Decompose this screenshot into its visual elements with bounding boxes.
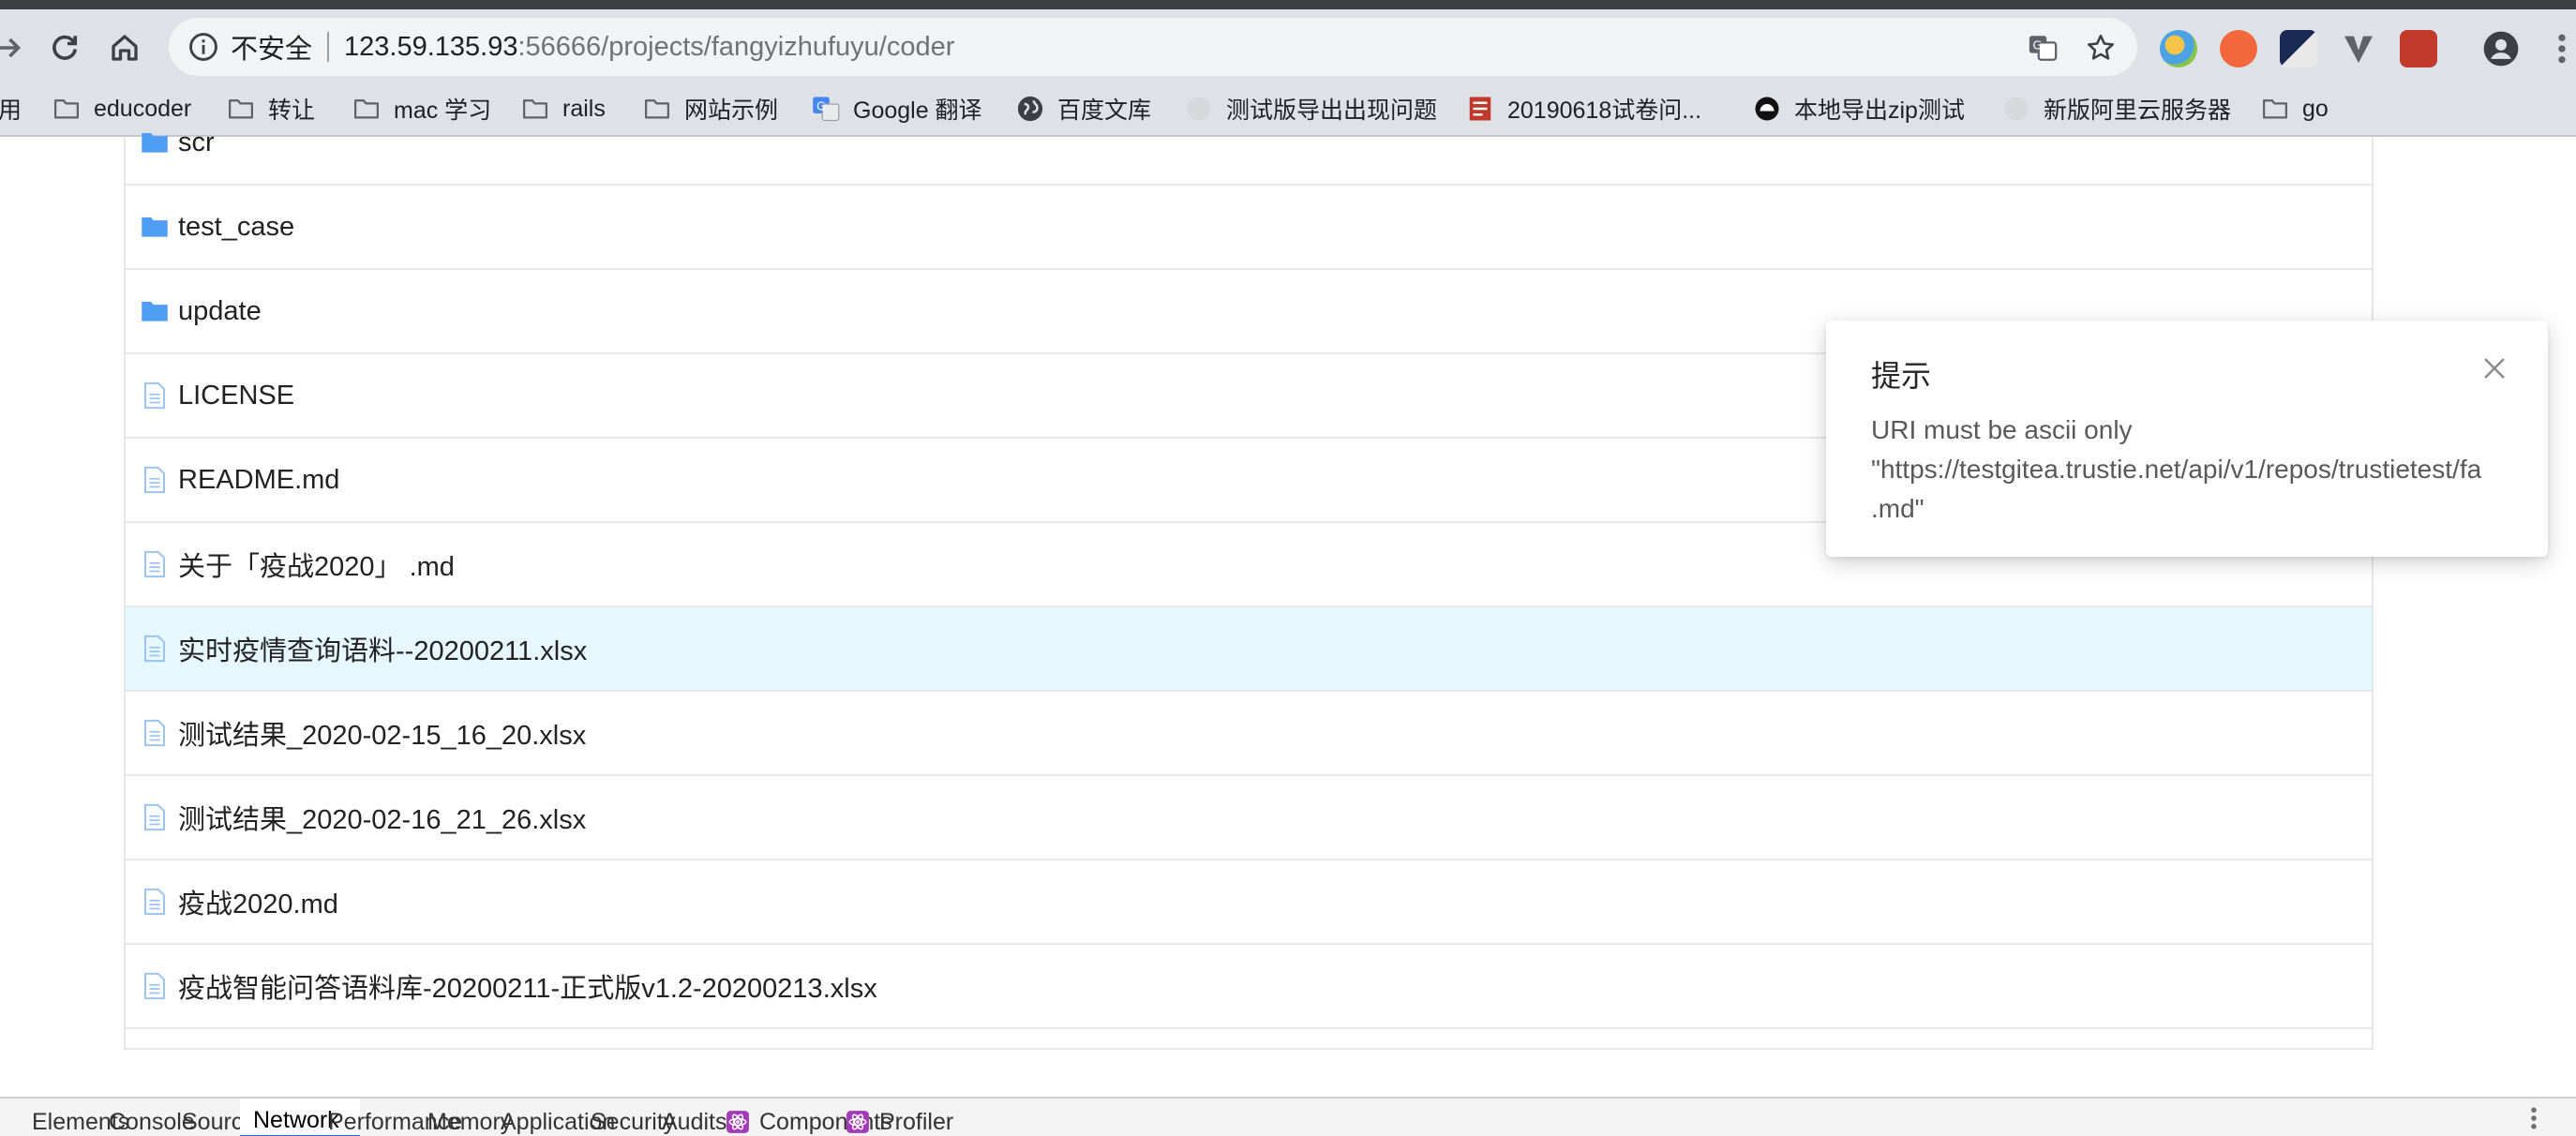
file-row[interactable]: 实时疫情查询语料--20200211.xlsx xyxy=(126,607,2372,692)
file-row[interactable]: test_case xyxy=(126,186,2372,270)
star-icon xyxy=(2087,34,2115,60)
info-icon[interactable] xyxy=(187,31,219,63)
profile-avatar[interactable] xyxy=(2482,30,2520,67)
file-name[interactable]: README.md xyxy=(178,465,339,496)
account-icon xyxy=(2483,31,2519,67)
translate-button[interactable]: G xyxy=(2025,30,2060,66)
translate-icon: G xyxy=(2029,36,2058,61)
notification-line: .md" xyxy=(1871,494,1925,523)
notification-line: "https://testgitea.trustie.net/api/v1/re… xyxy=(1871,455,2482,484)
notification-title: 提示 xyxy=(1871,359,1932,393)
file-icon xyxy=(144,550,165,578)
file-list: scr test_caseupdate LICENSE README.md 关于「疫战2… xyxy=(124,127,2374,1050)
close-icon[interactable] xyxy=(2480,354,2509,382)
url-path: :56666/projects/fangyizhufuyu/coder xyxy=(517,31,955,62)
file-name[interactable]: 关于「疫战2020」 .md xyxy=(178,545,455,584)
extension-3-icon[interactable] xyxy=(2280,30,2317,67)
file-name[interactable]: 测试结果_2020-02-16_21_26.xlsx xyxy=(178,798,586,837)
file-icon xyxy=(144,635,165,663)
home-icon xyxy=(112,35,138,61)
more-options-icon[interactable] xyxy=(2529,1104,2539,1132)
devtools-tabbar: Elements Console Sources Network Performance… xyxy=(0,1097,2576,1136)
url-host: 123.59.135.93 xyxy=(344,31,518,62)
file-icon xyxy=(144,466,165,494)
file-row[interactable]: 疫战智能问答语料库-20200211-正式版v1.2-20200213.xlsx xyxy=(126,945,2372,1029)
file-icon xyxy=(144,888,165,916)
page-content: scr test_caseupdate LICENSE README.md 关于「疫战2… xyxy=(0,127,2576,1097)
folder-name[interactable]: scr xyxy=(178,127,215,158)
folder-icon xyxy=(142,133,168,153)
arrow-right-icon xyxy=(0,37,22,58)
file-name[interactable]: 测试结果_2020-02-15_16_20.xlsx xyxy=(178,713,586,753)
file-row[interactable]: scr xyxy=(126,101,2372,186)
folder-name[interactable]: test_case xyxy=(178,212,294,243)
reload-icon xyxy=(52,35,78,60)
file-icon xyxy=(144,972,165,1000)
address-bar[interactable]: 不安全 123.59.135.93 :56666/projects/fangyi… xyxy=(169,18,2137,76)
file-row[interactable]: 测试结果_2020-02-15_16_20.xlsx xyxy=(126,692,2372,776)
devtools-tab-label: Profiler xyxy=(879,1108,954,1135)
folder-name[interactable]: update xyxy=(178,296,262,327)
bookmark-star-button[interactable] xyxy=(2083,30,2119,66)
forward-button[interactable] xyxy=(0,22,34,73)
file-row[interactable]: 疫战2020.md xyxy=(126,860,2372,945)
file-name[interactable]: 疫战2020.md xyxy=(178,882,338,921)
file-row[interactable]: 测试结果_2020-02-16_21_26.xlsx xyxy=(126,776,2372,860)
react-icon xyxy=(726,1111,749,1133)
omnibox-divider xyxy=(327,32,330,62)
devtools-tab-profiler[interactable]: Profiler xyxy=(823,1099,976,1136)
reload-button[interactable] xyxy=(39,22,90,73)
browser-toolbar: 不安全 123.59.135.93 :56666/projects/fangyi… xyxy=(0,0,2576,82)
svg-text:G: G xyxy=(2032,38,2042,52)
home-button[interactable] xyxy=(99,22,150,73)
extension-5-icon[interactable] xyxy=(2400,30,2437,67)
extension-1-icon[interactable] xyxy=(2160,30,2197,67)
menu-kebab[interactable] xyxy=(2557,30,2567,67)
folder-icon xyxy=(142,302,168,321)
react-icon xyxy=(846,1111,869,1133)
file-name[interactable]: 实时疫情查询语料--20200211.xlsx xyxy=(178,629,587,668)
security-label: 不安全 xyxy=(231,35,313,65)
file-icon xyxy=(144,381,165,410)
file-name[interactable]: LICENSE xyxy=(178,381,294,411)
file-name[interactable]: 疫战智能问答语料库-20200211-正式版v1.2-20200213.xlsx xyxy=(178,966,877,1006)
notification-message: URI must be ascii only "https://testgite… xyxy=(1871,411,2548,529)
file-icon xyxy=(144,719,165,747)
notification-line: URI must be ascii only xyxy=(1871,415,2133,444)
error-notification: 提示 URI must be ascii only "https://testg… xyxy=(1826,321,2548,557)
folder-icon xyxy=(54,99,79,119)
bookmark-label: 用 xyxy=(0,97,22,124)
folder-icon xyxy=(142,217,168,237)
file-icon xyxy=(144,803,165,831)
extension-4-icon[interactable] xyxy=(2340,30,2377,67)
bookmark-apps[interactable]: 用 xyxy=(0,92,22,126)
extension-2-icon[interactable] xyxy=(2220,30,2257,67)
